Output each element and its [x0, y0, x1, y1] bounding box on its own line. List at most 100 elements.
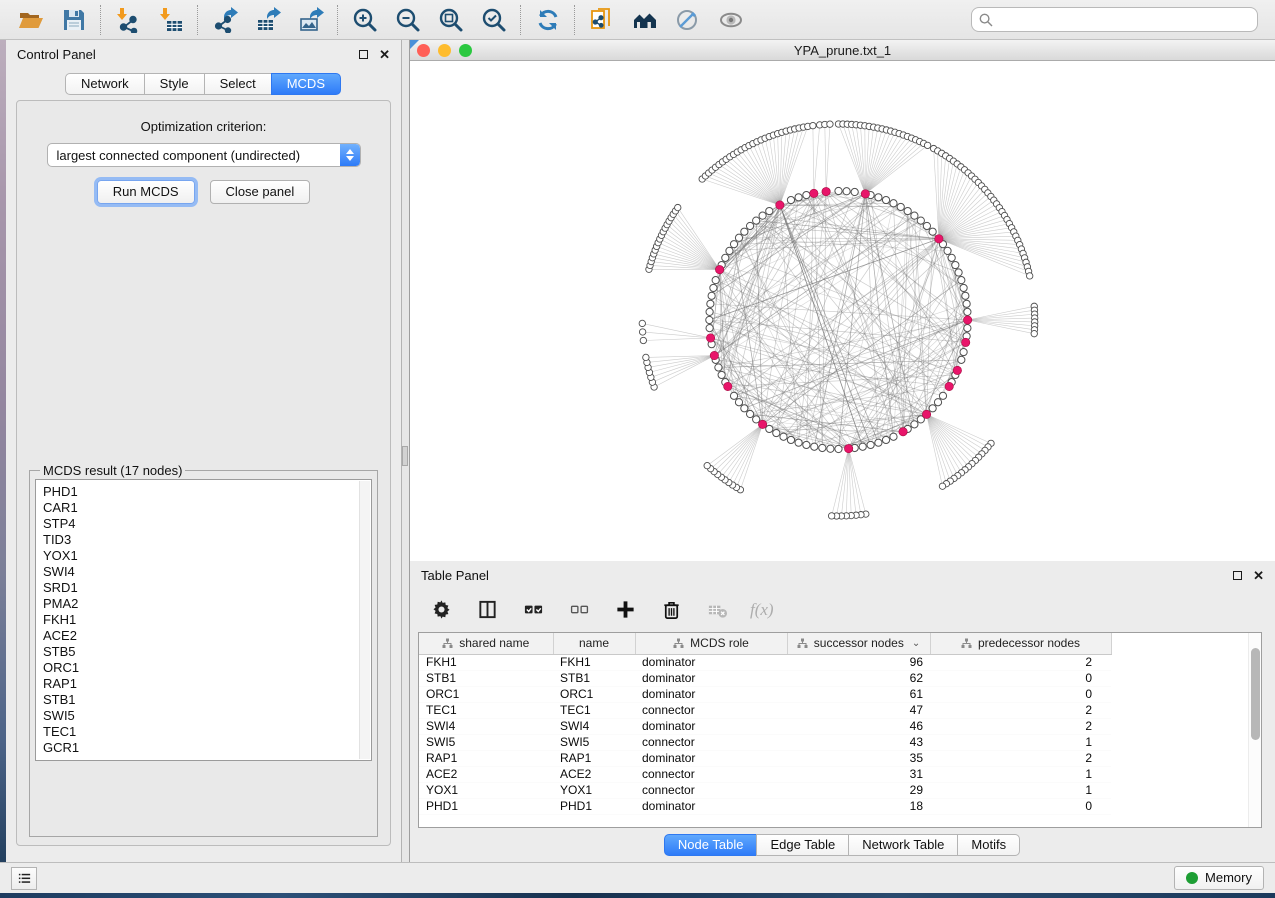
minimize-window-icon[interactable] — [438, 44, 451, 57]
list-item[interactable]: SRD1 — [43, 580, 353, 596]
maximize-window-icon[interactable] — [459, 44, 472, 57]
table-row[interactable]: YOX1YOX1connector291 — [419, 782, 1111, 798]
list-item[interactable]: PHD1 — [43, 484, 353, 500]
table-header-row: shared name name MCDS role successor nod… — [419, 633, 1111, 654]
import-network-icon[interactable] — [114, 6, 141, 33]
close-panel-button[interactable]: Close panel — [210, 180, 311, 204]
criterion-select[interactable]: largest connected component (undirected) — [47, 143, 361, 167]
columns-icon[interactable] — [474, 596, 501, 623]
save-session-icon[interactable] — [60, 6, 87, 33]
column-header-name[interactable]: name — [553, 633, 635, 654]
run-mcds-button[interactable]: Run MCDS — [97, 180, 195, 204]
import-table-icon[interactable] — [157, 6, 184, 33]
delete-table-icon — [704, 596, 731, 623]
list-item[interactable]: SWI4 — [43, 564, 353, 580]
export-image-icon[interactable] — [297, 6, 324, 33]
table-scrollbar[interactable] — [1248, 633, 1261, 827]
delete-icon[interactable] — [658, 596, 685, 623]
tab-network-table[interactable]: Network Table — [848, 834, 958, 856]
tab-edge-table[interactable]: Edge Table — [756, 834, 849, 856]
panel-splitter[interactable] — [402, 40, 410, 862]
zoom-selected-icon[interactable] — [480, 6, 507, 33]
table-row[interactable]: SWI5SWI5connector431 — [419, 734, 1111, 750]
zoom-in-icon[interactable] — [351, 6, 378, 33]
close-panel-icon[interactable]: ✕ — [379, 48, 390, 61]
list-item[interactable]: YOX1 — [43, 548, 353, 564]
list-item[interactable]: ORC1 — [43, 660, 353, 676]
network-titlebar[interactable]: YPA_prune.txt_1 — [410, 40, 1275, 61]
mcds-result-list[interactable]: PHD1 CAR1 STP4 TID3 YOX1 SWI4 SRD1 PMA2 … — [35, 479, 372, 761]
memory-button[interactable]: Memory — [1174, 866, 1264, 890]
list-item[interactable]: STB5 — [43, 644, 353, 660]
search-box[interactable] — [971, 7, 1258, 32]
list-item[interactable]: PMA2 — [43, 596, 353, 612]
list-item[interactable]: ACE2 — [43, 628, 353, 644]
list-item[interactable]: GCR1 — [43, 740, 353, 756]
share-document-icon[interactable] — [588, 6, 615, 33]
column-type-icon — [442, 638, 453, 649]
tab-mcds[interactable]: MCDS — [271, 73, 341, 95]
list-item[interactable]: CAR1 — [43, 500, 353, 516]
zoom-out-icon[interactable] — [394, 6, 421, 33]
table-row[interactable]: FKH1FKH1dominator962 — [419, 654, 1111, 670]
deselect-all-icon[interactable] — [566, 596, 593, 623]
scrollbar-thumb[interactable] — [1251, 648, 1260, 740]
table-row[interactable]: TEC1TEC1connector472 — [419, 702, 1111, 718]
list-item[interactable]: STP4 — [43, 516, 353, 532]
list-icon — [17, 871, 32, 886]
tab-network[interactable]: Network — [65, 73, 145, 95]
table-panel-header: Table Panel ✕ — [410, 561, 1275, 589]
list-scrollbar[interactable] — [359, 481, 370, 759]
sort-descending-icon: ⌄ — [912, 638, 920, 649]
table-row[interactable]: RAP1RAP1dominator352 — [419, 750, 1111, 766]
table-row[interactable]: STB1STB1dominator620 — [419, 670, 1111, 686]
column-type-icon — [673, 638, 684, 649]
control-panel-header: Control Panel ✕ — [6, 40, 401, 68]
list-item[interactable]: SWI5 — [43, 708, 353, 724]
column-header-predecessor-nodes[interactable]: predecessor nodes — [930, 633, 1111, 654]
table-row[interactable]: ACE2ACE2connector311 — [419, 766, 1111, 782]
select-all-icon[interactable] — [520, 596, 547, 623]
column-header-mcds-role[interactable]: MCDS role — [635, 633, 787, 654]
settings-gear-icon[interactable] — [428, 596, 455, 623]
close-table-panel-icon[interactable]: ✕ — [1253, 569, 1264, 582]
tab-node-table[interactable]: Node Table — [664, 834, 758, 856]
eye-icon[interactable] — [717, 6, 744, 33]
column-header-successor-nodes[interactable]: successor nodes ⌄ — [787, 633, 930, 654]
list-item[interactable]: TEC1 — [43, 724, 353, 740]
tab-motifs[interactable]: Motifs — [957, 834, 1020, 856]
add-icon[interactable] — [612, 596, 639, 623]
table-row[interactable]: PHD1PHD1dominator180 — [419, 798, 1111, 814]
list-item[interactable]: RAP1 — [43, 676, 353, 692]
memory-label: Memory — [1205, 870, 1252, 885]
column-type-icon — [961, 638, 972, 649]
search-input[interactable] — [998, 12, 1250, 27]
splitter-grip[interactable] — [402, 446, 408, 466]
column-type-icon — [797, 638, 808, 649]
houses-icon[interactable] — [631, 6, 658, 33]
hide-graphics-icon[interactable] — [674, 6, 701, 33]
list-item[interactable]: TID3 — [43, 532, 353, 548]
list-item[interactable]: FKH1 — [43, 612, 353, 628]
function-builder-icon: f(x) — [750, 600, 774, 620]
float-table-panel-icon[interactable] — [1233, 571, 1242, 580]
status-bar: Memory — [0, 862, 1275, 893]
list-item[interactable]: STB1 — [43, 692, 353, 708]
close-window-icon[interactable] — [417, 44, 430, 57]
open-session-icon[interactable] — [17, 6, 44, 33]
tab-style[interactable]: Style — [144, 73, 205, 95]
table-row[interactable]: ORC1ORC1dominator610 — [419, 686, 1111, 702]
zoom-fit-icon[interactable] — [437, 6, 464, 33]
task-history-button[interactable] — [11, 867, 37, 890]
table-row[interactable]: SWI4SWI4dominator462 — [419, 718, 1111, 734]
network-title: YPA_prune.txt_1 — [410, 43, 1275, 58]
column-header-shared-name[interactable]: shared name — [419, 633, 553, 654]
export-network-icon[interactable] — [211, 6, 238, 33]
main-toolbar — [0, 0, 1275, 40]
application-window: Control Panel ✕ Network Style Select MCD… — [0, 0, 1275, 898]
refresh-icon[interactable] — [534, 6, 561, 33]
network-canvas[interactable] — [410, 61, 1275, 561]
tab-select[interactable]: Select — [204, 73, 272, 95]
float-panel-icon[interactable] — [359, 50, 368, 59]
export-table-icon[interactable] — [254, 6, 281, 33]
